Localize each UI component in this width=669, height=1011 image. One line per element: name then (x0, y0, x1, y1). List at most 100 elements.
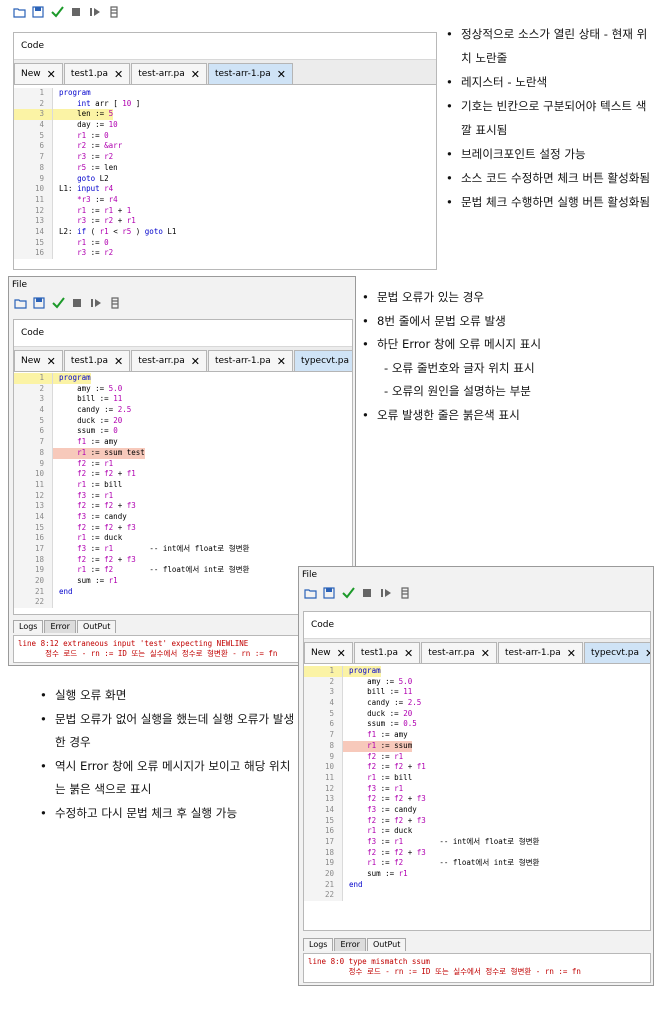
code-line[interactable]: 16 r3 := r2 (14, 248, 436, 259)
debug-icon[interactable] (398, 586, 412, 600)
code-line[interactable]: 15 r1 := 0 (14, 237, 436, 249)
line-number[interactable]: 11 (14, 194, 53, 206)
line-number[interactable]: 16 (304, 826, 343, 837)
bottom-tab-output[interactable]: OutPut (76, 620, 117, 633)
close-icon[interactable]: ✕ (47, 68, 56, 81)
code-line[interactable]: 9 f2 := r1 (14, 458, 352, 470)
code-line[interactable]: 10 f2 := f2 + f1 (14, 469, 352, 480)
line-number[interactable]: 13 (14, 216, 53, 227)
line-number[interactable]: 18 (304, 847, 343, 859)
code-line[interactable]: 22 (304, 890, 650, 902)
close-icon[interactable]: ✕ (114, 355, 123, 368)
line-number[interactable]: 11 (304, 772, 343, 784)
bottom-tab-error[interactable]: Error (334, 938, 366, 951)
line-number[interactable]: 21 (14, 586, 53, 598)
code-line[interactable]: 16 r1 := duck (14, 533, 352, 544)
code-line[interactable]: 1 program (304, 666, 650, 677)
code-line[interactable]: 7 f1 := amy (304, 730, 650, 741)
save-icon[interactable] (32, 296, 46, 310)
code-line[interactable]: 7 f1 := amy (14, 437, 352, 448)
code-line[interactable]: 7 r3 := r2 (14, 152, 436, 163)
save-icon[interactable] (322, 586, 336, 600)
code-line[interactable]: 19 r1 := f2 -- float에서 int로 형변환 (304, 858, 650, 870)
code-line[interactable]: 1 program (14, 88, 436, 99)
save-icon[interactable] (31, 5, 45, 19)
code-line[interactable]: 9 goto L2 (14, 173, 436, 185)
line-number[interactable]: 12 (14, 205, 53, 217)
line-number[interactable]: 15 (14, 522, 53, 534)
menu-file[interactable]: File (299, 567, 653, 583)
line-number[interactable]: 3 (14, 109, 53, 121)
code-line[interactable]: 14 f3 := candy (304, 804, 650, 816)
code-line[interactable]: 5 duck := 20 (304, 708, 650, 720)
close-icon[interactable]: ✕ (404, 647, 413, 660)
file-tab[interactable]: test-arr-1.pa ✕ (207, 350, 293, 371)
bottom-tab-logs[interactable]: Logs (13, 620, 44, 633)
line-number[interactable]: 20 (14, 576, 53, 587)
close-icon[interactable]: ✕ (337, 647, 346, 660)
check-icon[interactable] (341, 586, 355, 600)
line-number[interactable]: 20 (304, 869, 343, 880)
file-tab[interactable]: typecvt.pa ✕ (583, 642, 650, 663)
file-tab[interactable]: test1.pa ✕ (353, 642, 421, 663)
code-line[interactable]: 11 *r3 := r4 (14, 194, 436, 206)
line-number[interactable]: 6 (14, 141, 53, 153)
code-line[interactable]: 4 day := 10 (14, 120, 436, 131)
close-icon[interactable]: ✕ (481, 647, 490, 660)
line-number[interactable]: 10 (14, 184, 53, 195)
stop-icon[interactable] (360, 586, 374, 600)
code-line[interactable]: 2 amy := 5.0 (304, 676, 650, 688)
step-run-icon[interactable] (379, 586, 393, 600)
line-number[interactable]: 10 (304, 762, 343, 773)
code-line[interactable]: 15 f2 := f2 + f3 (14, 522, 352, 534)
line-number[interactable]: 8 (14, 447, 53, 459)
line-number[interactable]: 8 (304, 740, 343, 752)
line-number[interactable]: 1 (14, 88, 53, 99)
line-number[interactable]: 1 (304, 666, 343, 677)
line-number[interactable]: 16 (14, 248, 53, 259)
line-number[interactable]: 6 (14, 426, 53, 438)
line-number[interactable]: 2 (14, 98, 53, 110)
line-number[interactable]: 9 (304, 751, 343, 763)
line-number[interactable]: 12 (14, 490, 53, 502)
line-number[interactable]: 4 (14, 120, 53, 131)
step-run-icon[interactable] (89, 296, 103, 310)
debug-icon[interactable] (108, 296, 122, 310)
line-number[interactable]: 5 (14, 415, 53, 427)
code-line[interactable]: 8 r5 := len (14, 162, 436, 174)
line-number[interactable]: 16 (14, 533, 53, 544)
line-number[interactable]: 17 (304, 837, 343, 848)
close-icon[interactable]: ✕ (114, 68, 123, 81)
folder-open-icon[interactable] (303, 586, 317, 600)
code-editor[interactable]: 1 program 2 int arr [ 10 ] 3 len := 54 day … (14, 85, 436, 259)
stop-icon[interactable] (70, 296, 84, 310)
line-number[interactable]: 11 (14, 479, 53, 491)
code-line[interactable]: 21 end (304, 879, 650, 891)
code-line[interactable]: 11 r1 := bill (14, 479, 352, 491)
close-icon[interactable]: ✕ (277, 355, 286, 368)
close-icon[interactable]: ✕ (645, 647, 650, 660)
line-number[interactable]: 14 (14, 226, 53, 238)
check-icon[interactable] (50, 5, 64, 19)
code-line[interactable]: 15 f2 := f2 + f3 (304, 815, 650, 827)
line-number[interactable]: 10 (14, 469, 53, 480)
line-number[interactable]: 1 (14, 373, 53, 384)
file-tab[interactable]: test-arr-1.pa ✕ (207, 63, 293, 84)
code-line[interactable]: 17 f3 := r1 -- int에서 float로 형변환 (14, 544, 352, 555)
check-icon[interactable] (51, 296, 65, 310)
code-line[interactable]: 5 duck := 20 (14, 415, 352, 427)
code-line[interactable]: 10 L1: input r4 (14, 184, 436, 195)
code-line[interactable]: 1 program (14, 373, 352, 384)
line-number[interactable]: 7 (14, 152, 53, 163)
line-number[interactable]: 22 (14, 597, 53, 609)
file-tab[interactable]: test1.pa ✕ (63, 63, 131, 84)
file-tab[interactable]: New ✕ (14, 350, 63, 371)
line-number[interactable]: 7 (14, 437, 53, 448)
line-number[interactable]: 13 (304, 794, 343, 805)
file-tab[interactable]: New ✕ (14, 63, 63, 84)
code-line[interactable]: 3 len := 5 (14, 109, 436, 121)
code-line[interactable]: 11 r1 := bill (304, 772, 650, 784)
code-line[interactable]: 14 L2: if ( r1 < r5 ) goto L1 (14, 226, 436, 238)
close-icon[interactable]: ✕ (567, 647, 576, 660)
line-number[interactable]: 17 (14, 544, 53, 555)
